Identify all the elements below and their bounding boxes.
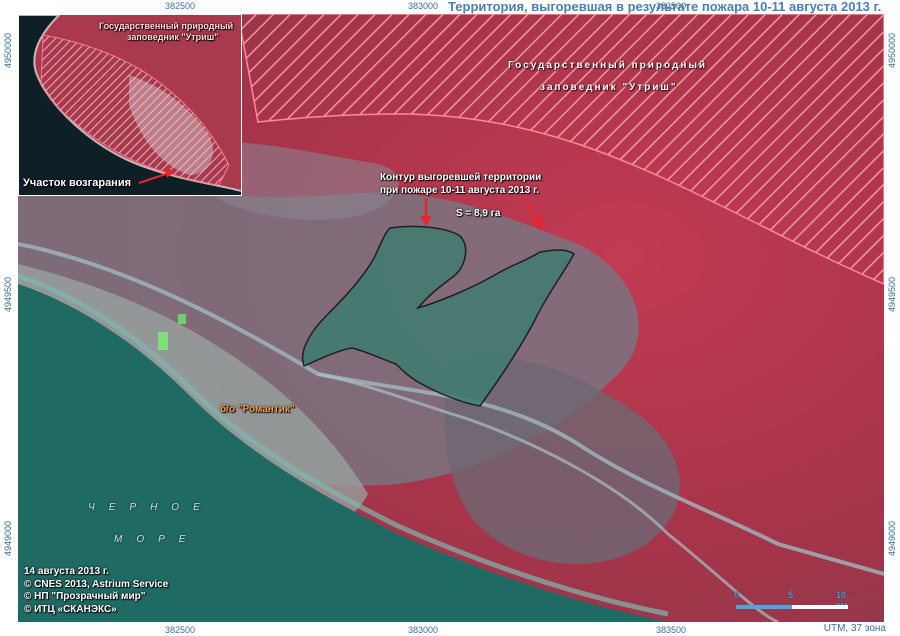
x-coord-label: 382500	[165, 625, 196, 635]
scale-tick-label: 5	[788, 590, 794, 600]
y-coord-label: 4950000	[3, 32, 13, 68]
x-coord-label: 383000	[408, 625, 439, 635]
credit-line: © CNES 2013, Astrium Service	[24, 578, 169, 590]
x-coord-label: 382500	[165, 1, 196, 11]
sea-label: ЧЕРНОЕ	[88, 502, 214, 513]
fire-site-label: Участок возгарания	[23, 177, 132, 189]
utm-zone-note: UTM, 37 зона	[823, 623, 886, 634]
image-date: 14 августа 2013 г.	[24, 566, 109, 577]
inset-reserve-label: Государственный природный	[99, 21, 234, 31]
satellite-map[interactable]: Государственный природный заповедник "Ут…	[18, 14, 884, 622]
map-frame: Территория, выгоревшая в результате пожа…	[0, 0, 900, 636]
credit-line: © ИТЦ «СКАНЭКС»	[24, 603, 117, 615]
image-credits: 14 августа 2013 г. © CNES 2013, Astrium …	[24, 566, 168, 616]
x-coord-label: 383500	[656, 625, 687, 635]
burn-contour-label: Контур выгоревшей территории	[380, 172, 542, 183]
y-coord-label: 4950000	[887, 32, 897, 68]
inset-reserve-label: заповедник "Утриш"	[127, 32, 219, 42]
y-coord-label: 4949500	[887, 276, 897, 312]
overview-inset-map: Государственный природный заповедник "Ут…	[18, 14, 242, 196]
burn-area-label: S = 8,9 га	[456, 208, 501, 219]
inset-imagery	[19, 15, 241, 195]
scale-bar-graphic	[736, 605, 848, 609]
y-coord-label: 4949000	[887, 520, 897, 556]
scale-bar: 0 5 10 км	[734, 590, 858, 614]
scale-tick-label: 0	[734, 590, 740, 600]
resort-label: б/о "Романтик"	[220, 404, 295, 415]
sea-label: МОРЕ	[114, 534, 200, 545]
credit-line: © НП "Прозрачный мир"	[24, 591, 146, 602]
x-coord-label: 383000	[408, 1, 439, 11]
burn-contour-label: при пожаре 10-11 августа 2013 г.	[380, 185, 540, 196]
reserve-label: заповедник "Утриш"	[540, 82, 678, 93]
x-coord-label: 383500	[656, 1, 687, 11]
reserve-label: Государственный природный	[508, 60, 708, 71]
y-coord-label: 4949000	[3, 520, 13, 556]
y-coord-label: 4949500	[3, 276, 13, 312]
